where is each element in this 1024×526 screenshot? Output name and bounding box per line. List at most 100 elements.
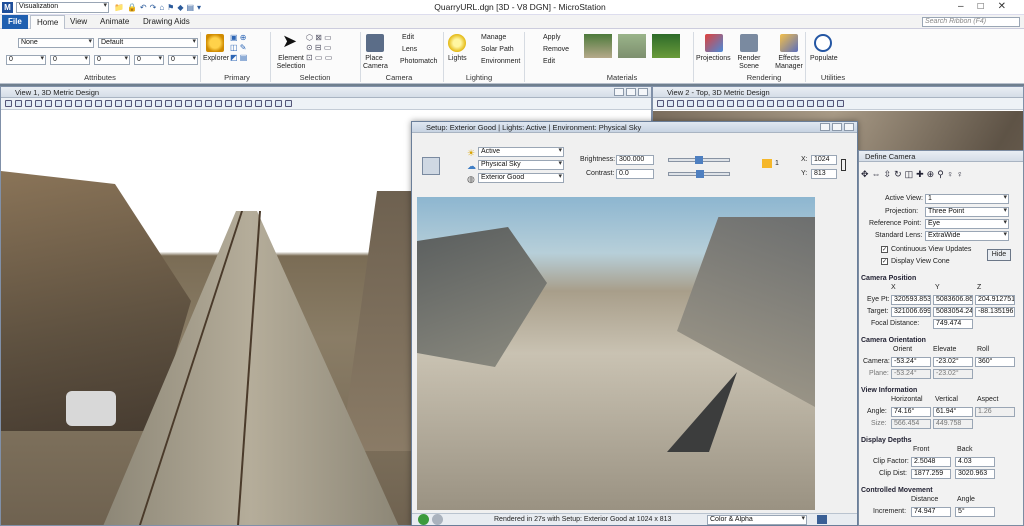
increment-angle-input[interactable]: 5° (955, 507, 995, 517)
tab-drawing-aids[interactable]: Drawing Aids (137, 15, 196, 29)
display-cone-checkbox[interactable]: ✓ (881, 258, 888, 265)
linestyle-select[interactable]: 0 (94, 55, 130, 65)
render-setup-select[interactable]: Exterior Good (478, 173, 564, 183)
level-select[interactable]: None (18, 38, 94, 48)
environment-button[interactable]: Environment (481, 58, 520, 65)
manage-lights-button[interactable]: Manage (481, 34, 506, 41)
col-back-header: Back (957, 446, 973, 453)
size-label: Size: (871, 420, 887, 427)
y-resolution-input[interactable]: 813 (811, 169, 837, 179)
camera-tools-icon[interactable]: ✥⇔⇳↻◫✚⊕⚲♀♀ (861, 169, 1021, 180)
lights-label: Lights (448, 55, 467, 62)
render-scene-icon[interactable] (740, 34, 758, 52)
camera-lens-button[interactable]: Lens (402, 46, 417, 53)
col-distance-header: Distance (911, 496, 939, 503)
window-title: QuarryURL.dgn [3D - V8 DGN] - MicroStati… (434, 2, 606, 12)
group-label-lighting: Lighting (465, 73, 493, 82)
camera-edit-button[interactable]: Edit (402, 34, 414, 41)
reference-point-select[interactable]: Eye (925, 219, 1009, 229)
material-swatch-2[interactable] (618, 34, 646, 58)
projections-icon[interactable] (705, 34, 723, 52)
app-logo-icon: M (2, 2, 13, 13)
view-number[interactable]: 1 (775, 160, 779, 167)
transparency-select[interactable]: 0 (134, 55, 164, 65)
clip-factor-back-input[interactable]: 4.03 (955, 457, 995, 467)
style-select[interactable]: Default (98, 38, 198, 48)
increment-distance-input[interactable]: 74.947 (911, 507, 951, 517)
col-elevate-header: Elevate (933, 346, 957, 353)
render-window-controls[interactable] (820, 123, 854, 131)
edit-material-button[interactable]: Edit (543, 58, 555, 65)
horizontal-angle-input[interactable]: 74.16° (891, 407, 931, 417)
view1-toolbar[interactable] (1, 98, 651, 110)
photomatch-button[interactable]: Photomatch (400, 58, 437, 65)
projection-select[interactable]: Three Point (925, 207, 1009, 217)
color-mode-select[interactable]: Color & Alpha (707, 515, 807, 525)
view2-toolbar[interactable] (653, 98, 1023, 110)
back-arrow-icon[interactable] (418, 514, 429, 525)
camera-elevate-input[interactable]: -23.02° (933, 357, 973, 367)
standard-lens-select[interactable]: ExtraWide (925, 231, 1009, 241)
eye-y-input[interactable]: 5083606.86 (933, 295, 973, 305)
reference-point-label: Reference Point: (869, 220, 922, 227)
window-controls[interactable]: –□✕ (958, 1, 1020, 12)
brightness-slider[interactable] (668, 156, 730, 164)
hide-button[interactable]: Hide (987, 249, 1011, 261)
tab-file[interactable]: File (2, 15, 28, 29)
material-swatch-1[interactable] (584, 34, 612, 58)
clip-dist-front-input[interactable]: 1877.259 (911, 469, 951, 479)
forward-arrow-icon[interactable] (432, 514, 443, 525)
primary-tools-icon[interactable]: ▣ ⊕ ◫ ✎ ◩ ▤ (230, 33, 268, 63)
camera-dialog-title: Define Camera (859, 151, 1023, 162)
workflow-select[interactable]: Visualization (16, 2, 109, 13)
place-camera-icon[interactable] (366, 34, 384, 52)
solar-path-button[interactable]: Solar Path (481, 46, 514, 53)
eye-x-input[interactable]: 320593.853 (891, 295, 931, 305)
priority-select[interactable]: 0 (168, 55, 198, 65)
group-label-camera: Camera (385, 73, 413, 82)
vertical-angle-input[interactable]: 61.94° (933, 407, 973, 417)
brightness-input[interactable]: 300.000 (616, 155, 654, 165)
tab-home[interactable]: Home (30, 15, 66, 29)
eye-z-input[interactable]: 204.912751 (975, 295, 1015, 305)
target-x-input[interactable]: 321006.699 (891, 307, 931, 317)
light-setup-select[interactable]: Active (478, 147, 564, 157)
quick-access-toolbar[interactable]: 📁🔒↶↷⌂⚑◆▤▾ (114, 3, 204, 12)
environment-select[interactable]: Physical Sky (478, 160, 564, 170)
camera-orient-input[interactable]: -53.24° (891, 357, 931, 367)
display-depths-heading: Display Depths (861, 437, 912, 444)
continuous-updates-checkbox[interactable]: ✓ (881, 246, 888, 253)
active-view-select[interactable]: 1 (925, 194, 1009, 204)
camera-roll-input[interactable]: 360° (975, 357, 1015, 367)
populate-icon[interactable] (814, 34, 832, 52)
camera-dialog-title-text: Define Camera (865, 152, 916, 161)
col-roll-header: Roll (977, 346, 990, 353)
contrast-slider[interactable] (668, 170, 730, 178)
tab-view[interactable]: View (64, 15, 93, 29)
tab-animate[interactable]: Animate (94, 15, 135, 29)
selection-tools-icon[interactable]: ⬡ ⊠ ▭ ⊙ ⊟ ▭ ⊡ ▭ ▭ (306, 33, 356, 63)
target-y-input[interactable]: 5083054.24 (933, 307, 973, 317)
render-statusbar: Rendered in 27s with Setup: Exterior Goo… (412, 513, 857, 525)
clip-dist-back-input[interactable]: 3020.963 (955, 469, 995, 479)
contrast-input[interactable]: 0.0 (616, 169, 654, 179)
element-selection-icon[interactable]: ➤ (282, 31, 297, 52)
effects-manager-icon[interactable] (780, 34, 798, 52)
aspect-input: 1.26 (975, 407, 1015, 417)
weight-select[interactable]: 0 (50, 55, 90, 65)
apply-material-button[interactable]: Apply (543, 34, 561, 41)
clip-factor-front-input[interactable]: 2.5048 (911, 457, 951, 467)
explorer-icon[interactable] (206, 34, 224, 52)
material-swatch-3[interactable] (652, 34, 680, 58)
view1-window-controls[interactable] (614, 88, 648, 96)
x-resolution-input[interactable]: 1024 (811, 155, 837, 165)
focal-distance-input[interactable]: 749.474 (933, 319, 973, 329)
contrast-label: Contrast: (586, 170, 615, 177)
target-z-input[interactable]: -88.135196 (975, 307, 1015, 317)
lock-ratio-icon[interactable] (841, 159, 846, 171)
remove-material-button[interactable]: Remove (543, 46, 569, 53)
ribbon-search-input[interactable]: Search Ribbon (F4) (922, 17, 1020, 27)
color-select[interactable]: 0 (6, 55, 46, 65)
lights-icon[interactable] (448, 34, 466, 52)
save-image-icon[interactable] (817, 515, 827, 524)
